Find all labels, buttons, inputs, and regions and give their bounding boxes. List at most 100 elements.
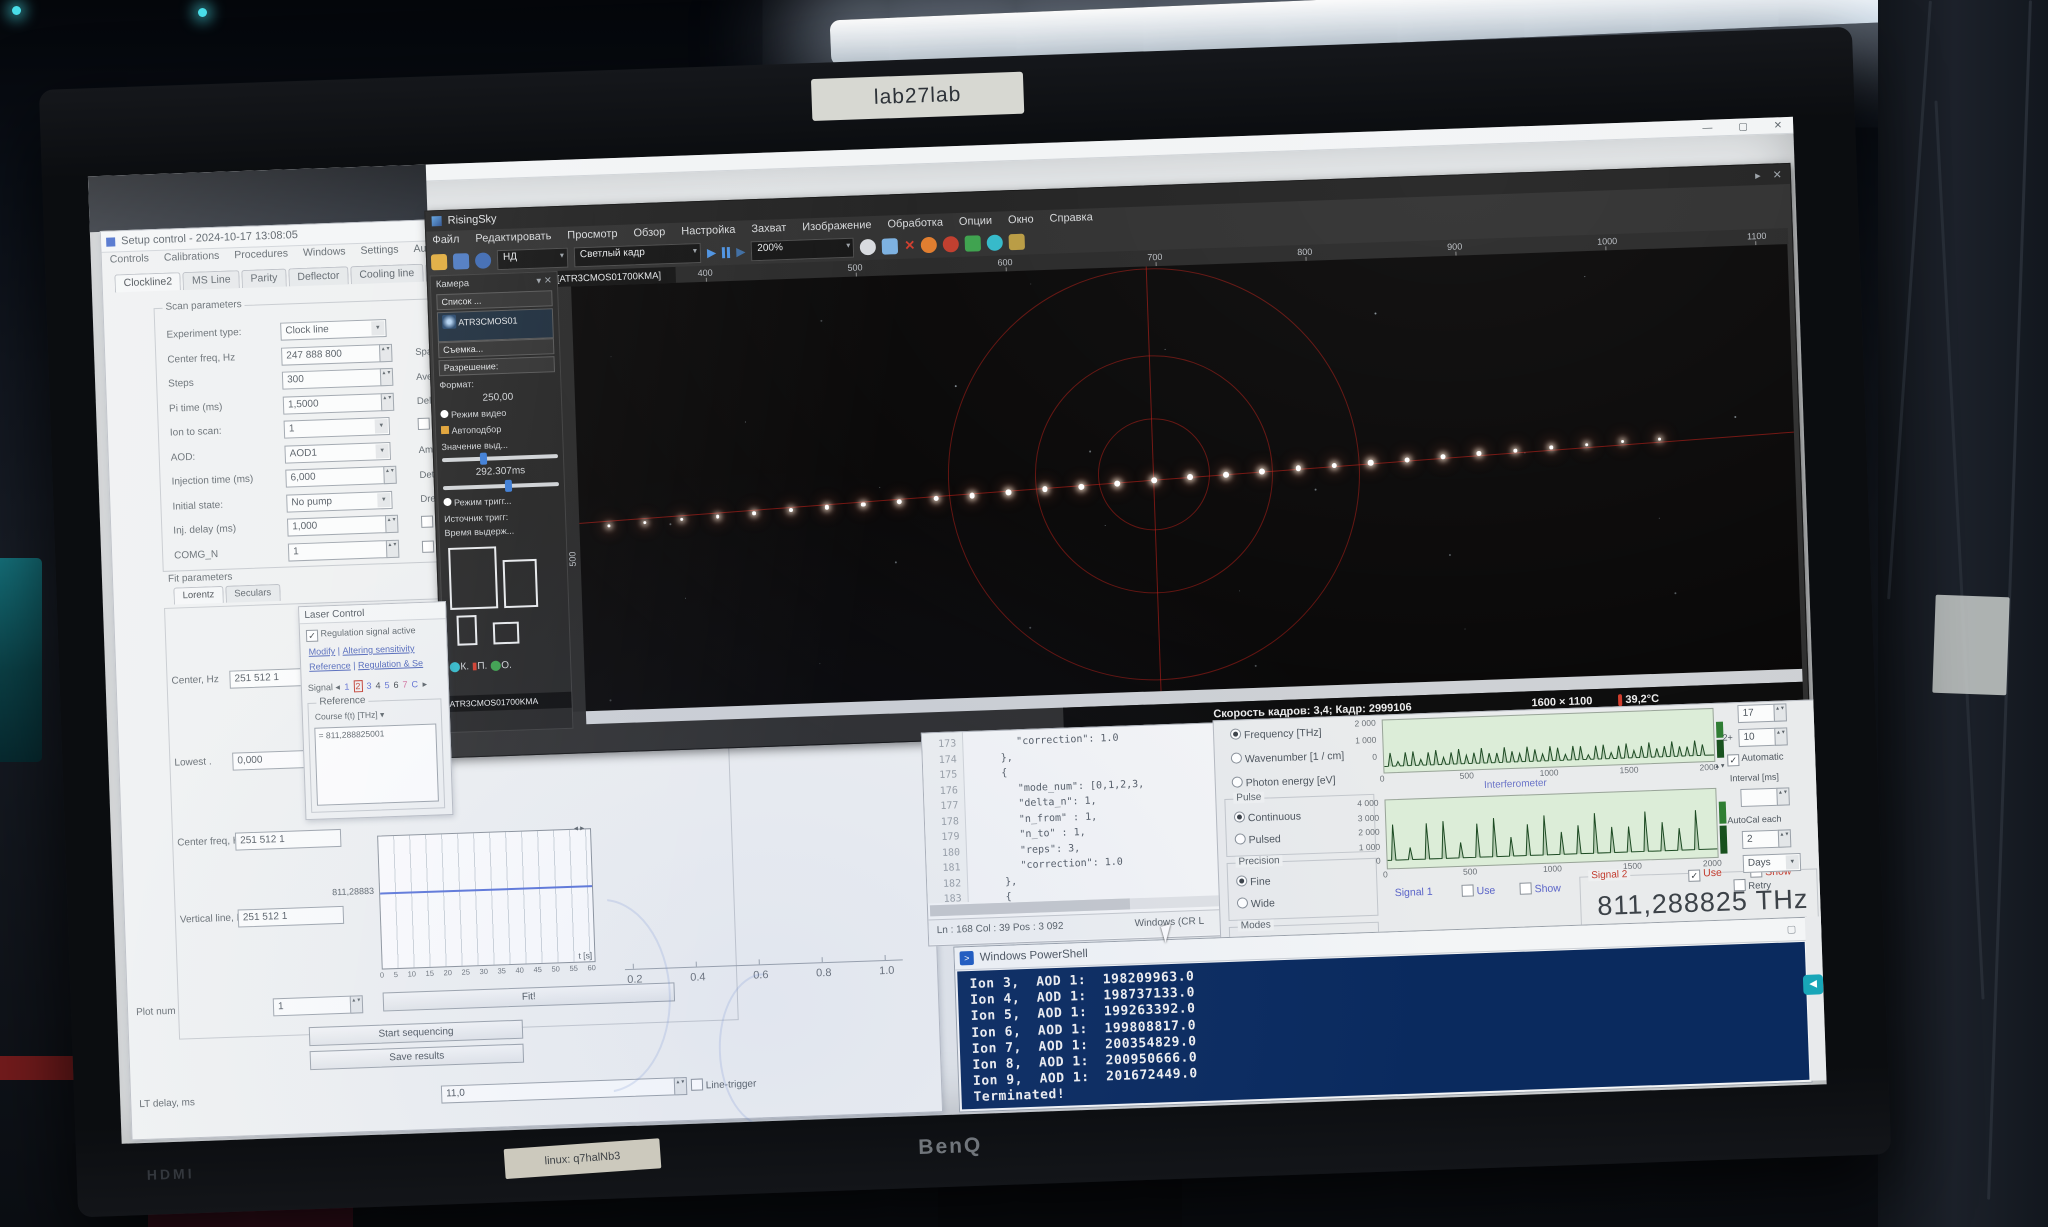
signal-4[interactable]: 4 — [375, 680, 380, 690]
scroll-arrows[interactable]: ▴ ▾ — [1715, 762, 1724, 770]
powershell-console[interactable]: Ion 3, AOD 1: 198209963.0Ion 4, AOD 1: 1… — [957, 942, 1809, 1110]
capture-icon[interactable] — [1009, 234, 1026, 251]
rs-menu-item[interactable]: Просмотр — [567, 228, 618, 242]
image-icon[interactable] — [882, 238, 899, 255]
rs-menu-item[interactable]: Редактировать — [475, 230, 551, 245]
signal2-use-checkbox[interactable]: ✓ Use — [1688, 867, 1722, 882]
precision-radio-1[interactable]: Wide — [1237, 896, 1275, 910]
lt-delay-field[interactable]: 11,0 — [441, 1077, 679, 1103]
side-spinner[interactable]: ▲▼ — [1778, 829, 1792, 847]
pulse-radio-0[interactable]: Continuous — [1234, 809, 1301, 824]
pause-icon[interactable] — [722, 246, 730, 257]
field-3[interactable]: 1,5000 — [283, 392, 390, 414]
open-icon[interactable] — [431, 254, 448, 271]
field-1[interactable]: 247 888 800 — [281, 344, 388, 366]
spinner[interactable]: ▲▼ — [383, 466, 397, 484]
field-7[interactable]: No pump▾ — [286, 490, 393, 512]
rs-menu-item[interactable]: Изображение — [802, 219, 872, 233]
tab-ms-line[interactable]: MS Line — [183, 270, 240, 290]
maximize-icon[interactable]: ▢ — [1738, 121, 1748, 132]
rs-menu-item[interactable]: Захват — [751, 222, 786, 235]
play-icon[interactable]: ▶ — [707, 245, 717, 259]
tab-clockline2[interactable]: Clockline2 — [114, 272, 181, 292]
signal-2[interactable]: 2 — [353, 680, 362, 692]
chevron-down-icon[interactable]: ▾ — [1786, 855, 1799, 869]
delete-icon[interactable]: ✕ — [904, 238, 915, 254]
save-icon[interactable] — [453, 253, 470, 270]
close-icon[interactable]: ✕ — [1774, 120, 1783, 131]
signal1-show-checkbox[interactable]: Show — [1519, 881, 1561, 895]
modify-link[interactable]: Modify | Altering sensitivity — [308, 643, 414, 657]
spinner[interactable]: ▲▼ — [385, 515, 399, 533]
rs-menu-item[interactable]: Опции — [959, 215, 993, 228]
frame-combo[interactable]: Светлый кадр — [574, 243, 702, 267]
resolution-button[interactable]: Разрешение: — [439, 356, 555, 376]
chevron-down-icon[interactable]: ▾ — [377, 492, 390, 506]
unit-radio-1[interactable]: Wavenumber [1 / cm] — [1231, 749, 1345, 766]
mode-combo[interactable]: НД — [497, 248, 569, 270]
unit-radio-0[interactable]: Frequency [THz] — [1230, 726, 1322, 742]
course-selector[interactable]: Course f(t) [THz] ▾ — [315, 709, 385, 722]
gain-slider[interactable] — [443, 482, 559, 490]
plot-nav-arrows[interactable]: ◂ ▸ — [574, 823, 585, 832]
ps-window-controls[interactable]: ▢ — [1787, 924, 1797, 935]
camera-list-combo[interactable]: Список ... — [436, 290, 552, 310]
side-spinner[interactable]: ▲▼ — [1774, 727, 1788, 745]
fit-tab-seculars[interactable]: Seculars — [225, 584, 281, 603]
rs-menu-item[interactable]: Обзор — [633, 226, 665, 239]
menu-settings[interactable]: Settings — [360, 244, 398, 257]
rs-menu-item[interactable]: Файл — [432, 233, 459, 246]
side-spinner[interactable]: ▲▼ — [1773, 703, 1787, 721]
fit-field[interactable]: 251 512 1 — [235, 829, 342, 851]
field-5[interactable]: AOD1▾ — [284, 441, 391, 463]
auto-checkbox[interactable]: Автоподбор — [441, 422, 557, 436]
line-trigger-checkbox[interactable]: Line-trigger — [691, 1077, 757, 1092]
signal-3[interactable]: 3 — [366, 681, 371, 691]
save-results-button[interactable]: Save results — [310, 1044, 525, 1070]
rs-menu-item[interactable]: Настройка — [681, 224, 736, 238]
menu-calibrations[interactable]: Calibrations — [164, 250, 220, 264]
days-combo[interactable]: Days▾ — [1743, 853, 1802, 873]
add-icon[interactable] — [965, 235, 982, 252]
video-mode-radio[interactable]: Режим видео — [440, 406, 556, 420]
chevron-down-icon[interactable]: ▾ — [375, 444, 388, 458]
lt-delay-spinner[interactable]: ▲▼ — [674, 1077, 688, 1095]
reference-link[interactable]: Reference | Regulation & Se — [309, 658, 423, 672]
signal1-use-checkbox[interactable]: Use — [1461, 884, 1495, 898]
zoom-combo[interactable]: 200% — [751, 238, 855, 262]
dock-footer-icons[interactable]: ⬤К. ▮П. ⬤О. — [449, 658, 565, 673]
marker-red-icon[interactable] — [943, 236, 960, 253]
signal-6[interactable]: 6 — [393, 680, 398, 690]
tab-parity[interactable]: Parity — [241, 268, 286, 288]
signal-C[interactable]: C — [411, 679, 418, 689]
spinner[interactable]: ▲▼ — [381, 392, 395, 410]
hand-icon[interactable] — [860, 239, 877, 256]
menu-windows[interactable]: Windows — [303, 245, 346, 258]
rs-menu-item[interactable]: Окно — [1008, 213, 1034, 226]
history-icon[interactable] — [475, 252, 492, 269]
tab-deflector[interactable]: Deflector — [288, 266, 349, 286]
capture-button[interactable]: Съемка... — [438, 338, 554, 358]
menu-procedures[interactable]: Procedures — [234, 247, 288, 261]
fit-tab-lorentz[interactable]: Lorentz — [173, 586, 223, 605]
rs-menu-item[interactable]: Обработка — [887, 217, 943, 231]
side-spinner[interactable]: ▲▼ — [1776, 787, 1790, 805]
signal-7[interactable]: 7 — [402, 679, 407, 689]
trigger-mode-radio[interactable]: Режим тригг... — [443, 494, 559, 508]
dock-title[interactable]: Камера▾ ✕ — [436, 275, 552, 290]
fit-field[interactable]: 251 512 1 — [238, 906, 345, 928]
signal-5[interactable]: 5 — [384, 680, 389, 690]
tab-cooling-line[interactable]: Cooling line — [350, 264, 423, 285]
precision-radio-0[interactable]: Fine — [1236, 874, 1271, 888]
plot-num-spinner[interactable]: ▲▼ — [350, 995, 364, 1013]
field-0[interactable]: Clock line▾ — [280, 319, 387, 341]
spinner[interactable]: ▲▼ — [386, 539, 400, 557]
retry-checkbox[interactable]: Retry — [1733, 878, 1771, 892]
automatic-checkbox[interactable]: ✓ Automatic — [1727, 752, 1784, 767]
color-icon[interactable] — [987, 234, 1004, 251]
marker-orange-icon[interactable] — [921, 237, 938, 254]
spinner[interactable]: ▲▼ — [380, 368, 394, 386]
camera-select-button[interactable]: ATR3CMOS01 — [437, 308, 554, 342]
chevron-down-icon[interactable]: ▾ — [371, 321, 384, 335]
field-2[interactable]: 300 — [282, 368, 389, 390]
